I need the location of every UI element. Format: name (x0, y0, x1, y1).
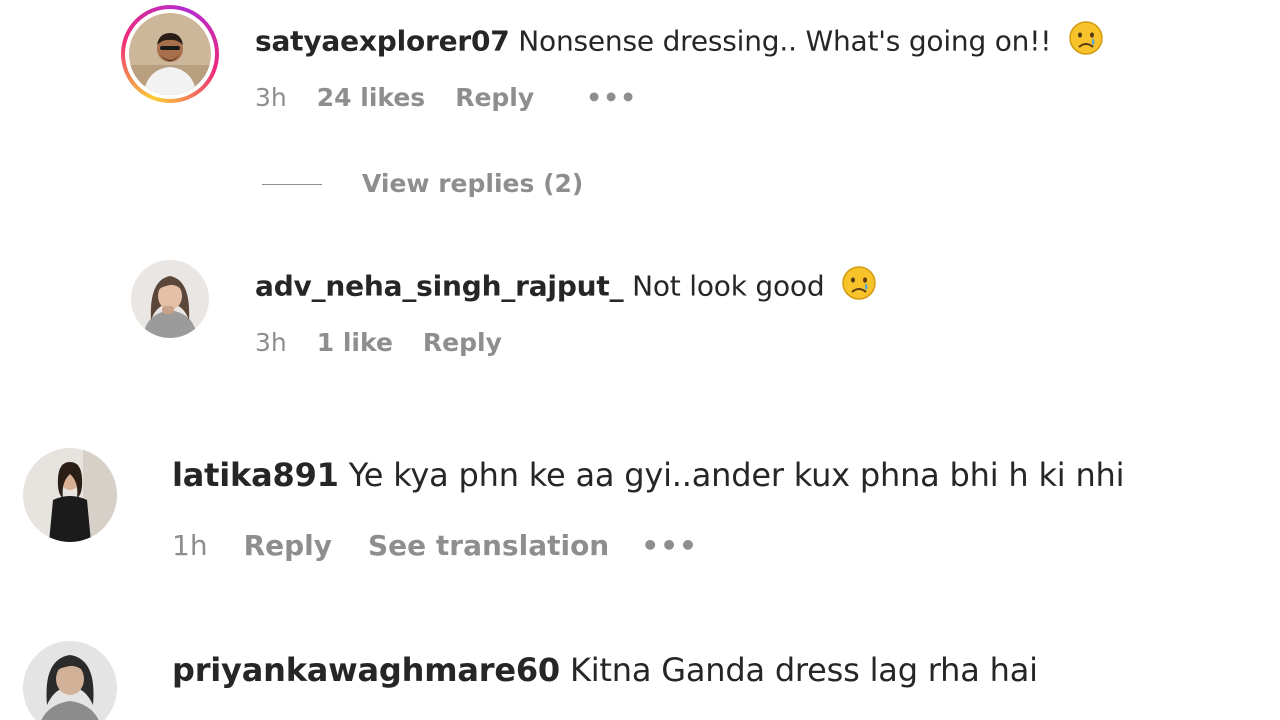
more-options-icon[interactable]: ••• (641, 528, 698, 564)
comment-username[interactable]: satyaexplorer07 (255, 25, 510, 58)
comments-page: satyaexplorer07 Nonsense dressing.. What… (0, 0, 1280, 720)
divider-line (262, 183, 322, 185)
comment-time: 3h (255, 328, 287, 357)
view-replies-button[interactable]: View replies (2) (262, 168, 583, 200)
comment-text: Kitna Ganda dress lag rha hai (569, 651, 1038, 689)
more-options-icon[interactable]: ••• (586, 82, 637, 114)
crying-face-icon (1068, 20, 1104, 65)
comment-text: Not look good (632, 269, 825, 303)
comment-text-line: priyankawaghmare60 Kitna Ganda dress lag… (172, 649, 1038, 691)
reply-button[interactable]: Reply (423, 327, 502, 359)
avatar[interactable] (23, 448, 117, 542)
comment-time: 3h (255, 83, 287, 112)
comment-item: adv_neha_singh_rajput_ Not look good 3h … (0, 240, 1280, 380)
crying-face-icon (841, 265, 877, 310)
avatar-story-ring[interactable] (121, 5, 219, 103)
comment-username[interactable]: adv_neha_singh_rajput_ (255, 270, 624, 303)
reply-button[interactable]: Reply (455, 82, 534, 114)
comment-text-line: adv_neha_singh_rajput_ Not look good (255, 265, 877, 310)
avatar[interactable] (131, 260, 209, 338)
comment-meta: 3h 1 like Reply (255, 327, 502, 359)
likes-count[interactable]: 24 likes (317, 82, 425, 114)
comment-username[interactable]: latika891 (172, 456, 339, 494)
comment-item: priyankawaghmare60 Kitna Ganda dress lag… (0, 625, 1280, 720)
comment-username[interactable]: priyankawaghmare60 (172, 651, 560, 689)
see-translation-button[interactable]: See translation (368, 528, 609, 564)
comment-text: Ye kya phn ke aa gyi..ander kux phna bhi… (348, 456, 1125, 494)
comment-text-line: latika891 Ye kya phn ke aa gyi..ander ku… (172, 454, 1124, 496)
likes-count[interactable]: 1 like (317, 327, 393, 359)
comment-meta: 1h Reply See translation ••• (172, 528, 698, 564)
avatar[interactable] (23, 641, 117, 720)
comment-item: satyaexplorer07 Nonsense dressing.. What… (0, 0, 1280, 220)
comment-text-line: satyaexplorer07 Nonsense dressing.. What… (255, 20, 1104, 65)
comment-time: 1h (172, 529, 208, 562)
view-replies-label: View replies (2) (362, 169, 584, 198)
avatar (129, 13, 211, 95)
comment-text: Nonsense dressing.. What's going on!! (518, 24, 1052, 58)
comment-item: latika891 Ye kya phn ke aa gyi..ander ku… (0, 430, 1280, 590)
reply-button[interactable]: Reply (244, 528, 332, 564)
comment-meta: 3h 24 likes Reply ••• (255, 82, 637, 114)
